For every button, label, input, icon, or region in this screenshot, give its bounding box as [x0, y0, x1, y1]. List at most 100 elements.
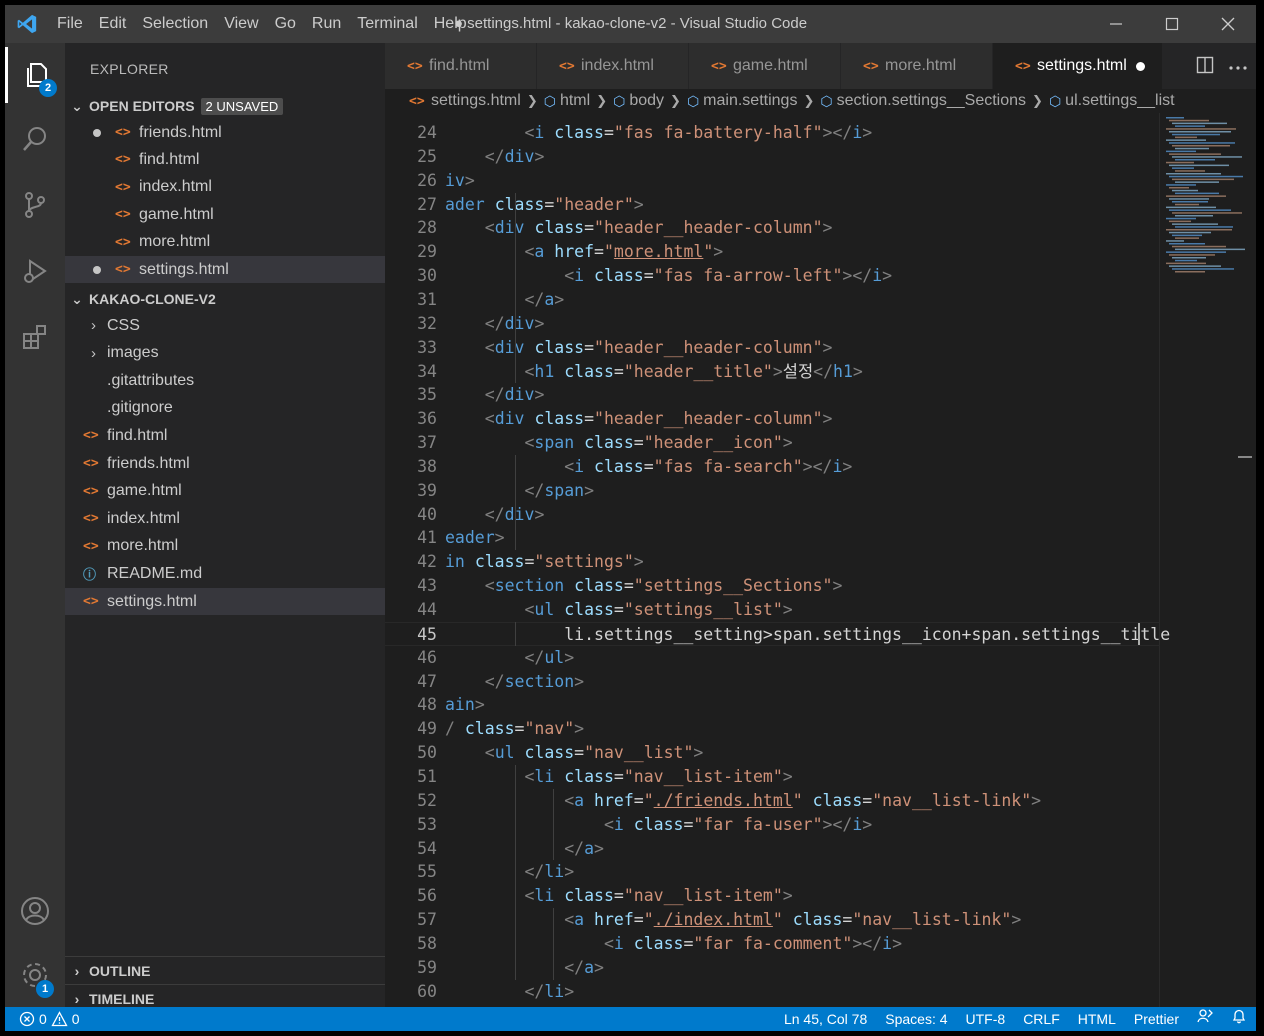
code-line[interactable]: 28 <div class="header__header-column"> [385, 216, 1160, 240]
open-editor-item[interactable]: <> find.html [65, 146, 385, 173]
breadcrumb-item[interactable]: ul.settings__list [1065, 92, 1174, 110]
minimap[interactable] [1160, 113, 1250, 1007]
source-control-activity-button[interactable] [5, 177, 65, 233]
code-line[interactable]: 29 <a href="more.html"> [385, 240, 1160, 264]
dirty-indicator[interactable] [65, 128, 111, 137]
menu-edit[interactable]: Edit [91, 5, 135, 43]
code-line[interactable]: 56 <li class="nav__list-item"> [385, 884, 1160, 908]
code-line[interactable]: 35 </div> [385, 383, 1160, 407]
manage-activity-button[interactable]: 1 [5, 947, 65, 1003]
code-line[interactable]: 43 <section class="settings__Sections"> [385, 574, 1160, 598]
menu-selection[interactable]: Selection [134, 5, 216, 43]
tab-find-html[interactable]: <> find.html [385, 43, 537, 89]
indentation[interactable]: Spaces: 4 [876, 1007, 956, 1031]
code-line[interactable]: 60 </li> [385, 980, 1160, 1004]
code-line[interactable]: 50 <ul class="nav__list"> [385, 741, 1160, 765]
unsaved-dot-icon[interactable] [1135, 61, 1145, 71]
file-item[interactable]: ⓘ README.md [65, 560, 385, 587]
code-line[interactable]: 32 </div> [385, 312, 1160, 336]
code-line[interactable]: 42 in class="settings"> [385, 550, 1160, 574]
encoding[interactable]: UTF-8 [957, 1007, 1015, 1031]
line-ending[interactable]: CRLF [1014, 1007, 1069, 1031]
code-line[interactable]: 37 <span class="header__icon"> [385, 431, 1160, 455]
notifications-bell-icon[interactable] [1222, 1007, 1256, 1031]
breadcrumb-item[interactable]: body [629, 92, 664, 110]
code-line[interactable]: 45 li.settings__setting>span.settings__i… [385, 621, 1170, 646]
tab-index-html[interactable]: <> index.html [537, 43, 689, 89]
open-editor-item[interactable]: <> settings.html [65, 256, 385, 283]
file-item[interactable]: <> settings.html [65, 588, 385, 615]
maximize-button[interactable] [1144, 5, 1200, 43]
code-line[interactable]: 25 </div> [385, 145, 1160, 169]
file-item[interactable]: .gitattributes [65, 367, 385, 394]
code-line[interactable]: 47 </section> [385, 670, 1160, 694]
menu-run[interactable]: Run [304, 5, 349, 43]
code-line[interactable]: 33 <div class="header__header-column"> [385, 336, 1160, 360]
file-item[interactable]: .gitignore [65, 395, 385, 422]
menu-view[interactable]: View [216, 5, 266, 43]
code-line[interactable]: 31 </a> [385, 288, 1160, 312]
tab-game-html[interactable]: <> game.html [689, 43, 841, 89]
code-line[interactable]: 44 <ul class="settings__list"> [385, 598, 1160, 622]
code-line[interactable]: 27 ader class="header"> [385, 193, 1160, 217]
code-line[interactable]: 34 <h1 class="header__title">설정</h1> [385, 360, 1160, 384]
file-item[interactable]: <> index.html [65, 505, 385, 532]
accounts-activity-button[interactable] [5, 883, 65, 939]
open-editor-item[interactable]: <> index.html [65, 174, 385, 201]
minimize-button[interactable] [1088, 5, 1144, 43]
open-editor-item[interactable]: <> game.html [65, 201, 385, 228]
code-line[interactable]: 24 <i class="fas fa-battery-half"></i> [385, 121, 1160, 145]
code-line[interactable]: 53 <i class="far fa-user"></i> [385, 813, 1160, 837]
language-mode[interactable]: HTML [1069, 1007, 1125, 1031]
code-line[interactable]: 41 eader> [385, 526, 1160, 550]
file-item[interactable]: <> game.html [65, 478, 385, 505]
breadcrumb-item[interactable]: section.settings__Sections [837, 92, 1026, 110]
menu-help[interactable]: Help [426, 5, 475, 43]
code-line[interactable]: 30 <i class="fas fa-arrow-left"></i> [385, 264, 1160, 288]
file-item[interactable]: <> find.html [65, 422, 385, 449]
outline-section-header[interactable]: › OUTLINE [65, 956, 385, 984]
menu-terminal[interactable]: Terminal [349, 5, 425, 43]
problems-indicator[interactable]: 0 0 [5, 1011, 80, 1027]
menu-go[interactable]: Go [267, 5, 304, 43]
code-line[interactable]: 39 </span> [385, 479, 1160, 503]
project-folder-header[interactable]: ⌄ KAKAO-CLONE-V2 [65, 286, 385, 312]
split-editor-icon[interactable] [1196, 56, 1214, 77]
open-editor-item[interactable]: <> friends.html [65, 119, 385, 146]
close-window-button[interactable] [1200, 5, 1256, 43]
tab-more-html[interactable]: <> more.html [841, 43, 993, 89]
open-editor-item[interactable]: <> more.html [65, 229, 385, 256]
code-line[interactable]: 46 </ul> [385, 646, 1160, 670]
search-activity-button[interactable] [5, 111, 65, 167]
scrollbar-marker[interactable] [1238, 456, 1252, 458]
extensions-activity-button[interactable] [5, 309, 65, 365]
code-editor[interactable]: 24 <i class="fas fa-battery-half"></i> 25… [385, 113, 1256, 1007]
file-item[interactable]: <> more.html [65, 533, 385, 560]
dirty-indicator[interactable] [65, 265, 111, 274]
code-line[interactable]: 58 <i class="far fa-comment"></i> [385, 932, 1160, 956]
code-line[interactable]: 51 <li class="nav__list-item"> [385, 765, 1160, 789]
feedback-icon[interactable] [1188, 1007, 1222, 1031]
menu-file[interactable]: File [49, 5, 91, 43]
run-debug-activity-button[interactable] [5, 243, 65, 299]
code-line[interactable]: 49 / class="nav"> [385, 717, 1160, 741]
open-editors-header[interactable]: ⌄ OPEN EDITORS 2 UNSAVED [65, 93, 385, 119]
explorer-activity-button[interactable]: 2 [5, 47, 65, 103]
formatter[interactable]: Prettier [1125, 1007, 1188, 1031]
tab-settings-html[interactable]: <> settings.html [993, 43, 1163, 89]
code-line[interactable]: 59 </a> [385, 956, 1160, 980]
code-line[interactable]: 55 </li> [385, 860, 1160, 884]
cursor-position[interactable]: Ln 45, Col 78 [775, 1007, 876, 1031]
code-line[interactable]: 57 <a href="./index.html" class="nav__li… [385, 908, 1160, 932]
code-line[interactable]: 54 </a> [385, 837, 1160, 861]
breadcrumb-item[interactable]: html [560, 92, 590, 110]
folder-item[interactable]: › images [65, 340, 385, 367]
breadcrumb-item[interactable]: main.settings [703, 92, 797, 110]
code-line[interactable]: 48 ain> [385, 693, 1160, 717]
file-item[interactable]: <> friends.html [65, 450, 385, 477]
code-line[interactable]: 36 <div class="header__header-column"> [385, 407, 1160, 431]
folder-item[interactable]: › CSS [65, 312, 385, 339]
code-line[interactable]: 26 iv> [385, 169, 1160, 193]
code-line[interactable]: 40 </div> [385, 503, 1160, 527]
code-line[interactable]: 52 <a href="./friends.html" class="nav__… [385, 789, 1160, 813]
